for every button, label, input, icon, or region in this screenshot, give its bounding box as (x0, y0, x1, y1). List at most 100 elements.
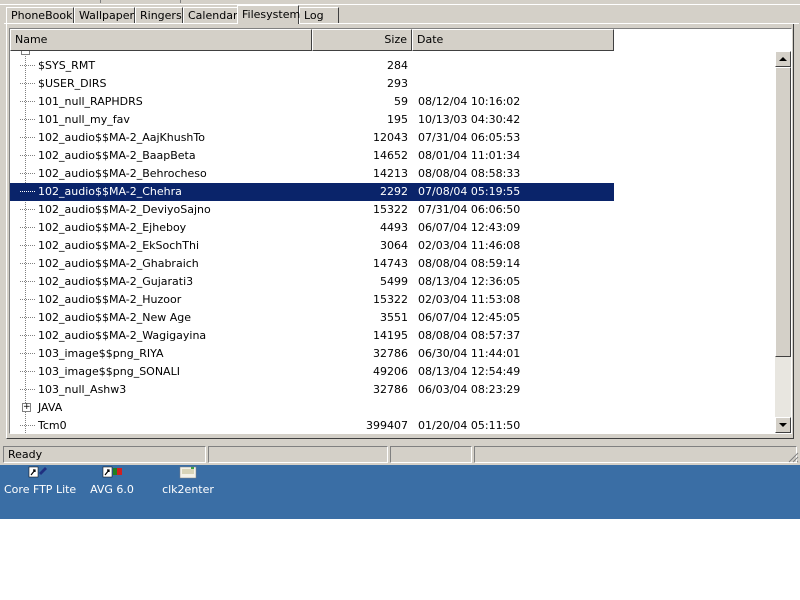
file-row[interactable]: 102_audio$$MA-2_BaapBeta 14652 08/01/04 11… (10, 147, 614, 165)
expand-plus-icon[interactable]: + (22, 403, 31, 412)
core-ftp-icon (25, 465, 51, 479)
tree-root-stub (21, 51, 30, 55)
file-row[interactable]: 101_null_my_fav 195 10/13/03 04:30:42 (10, 111, 614, 129)
file-row[interactable]: 103_null_Ashw3 32786 06/03/04 08:23:29 (10, 381, 614, 399)
tree-branch-line (20, 371, 35, 373)
desktop-icon-clk2enter[interactable]: clk2enter (160, 465, 216, 497)
scroll-down-button[interactable] (775, 417, 791, 433)
tab-phonebook[interactable]: PhoneBook (6, 7, 74, 23)
file-row[interactable]: 102_audio$$MA-2_Chehra 2292 07/08/04 05:19… (10, 183, 614, 201)
tree-branch-line (20, 425, 35, 427)
status-panel-4 (474, 446, 797, 463)
file-list-view[interactable]: Name Size Date $SYS_RMT 284 $USER_DIRS 293 1… (9, 28, 792, 434)
file-name: 103_null_Ashw3 (38, 383, 127, 396)
file-name: $USER_DIRS (38, 77, 107, 90)
tree-branch-line (20, 389, 35, 391)
status-panel-2 (208, 446, 388, 463)
file-date: 08/13/04 12:54:49 (418, 365, 521, 378)
vertical-scrollbar[interactable] (775, 51, 791, 433)
file-row[interactable]: 102_audio$$MA-2_Wagigayina 14195 08/08/04 … (10, 327, 614, 345)
file-row[interactable]: $SYS_RMT 284 (10, 57, 614, 75)
file-date: 07/31/04 06:06:50 (418, 203, 521, 216)
file-name: 102_audio$$MA-2_Chehra (38, 185, 182, 198)
tree-branch-line (20, 299, 35, 301)
tree-branch-line (20, 245, 35, 247)
file-rows: $SYS_RMT 284 $USER_DIRS 293 101_null_RAPHDRS… (10, 51, 776, 433)
file-row[interactable]: 102_audio$$MA-2_Ghabraich 14743 08/08/04 0… (10, 255, 614, 273)
file-size: 399407 (366, 419, 408, 432)
file-date: 06/07/04 12:43:09 (418, 221, 521, 234)
file-date: 07/31/04 06:05:53 (418, 131, 521, 144)
file-name: 103_image$$png_RIYA (38, 347, 164, 360)
file-row[interactable]: 103_image$$png_RIYA 32786 06/30/04 11:44:0… (10, 345, 614, 363)
tab-ringers[interactable]: Ringers (135, 7, 183, 23)
file-name: 102_audio$$MA-2_Gujarati3 (38, 275, 194, 288)
status-bar: Ready (0, 444, 800, 464)
file-date: 06/30/04 11:44:01 (418, 347, 521, 360)
tree-branch-line (20, 101, 35, 103)
file-date: 06/03/04 08:23:29 (418, 383, 521, 396)
tree-branch-line (20, 263, 35, 265)
tree-branch-line (20, 281, 35, 283)
file-size: 14213 (373, 167, 408, 180)
file-name: 102_audio$$MA-2_Behrocheso (38, 167, 207, 180)
file-size: 195 (387, 113, 408, 126)
file-name: 102_audio$$MA-2_AajKhushTo (38, 131, 205, 144)
status-panel-3 (390, 446, 472, 463)
file-row[interactable]: 102_audio$$MA-2_Behrocheso 14213 08/08/04 … (10, 165, 614, 183)
avg-icon (99, 465, 125, 479)
folder-row[interactable]: + JAVA (10, 399, 614, 417)
column-header-name[interactable]: Name (10, 29, 312, 51)
desktop: Core FTP Lite AVG 6.0 clk2enter (0, 465, 800, 519)
filesystem-panel: Name Size Date $SYS_RMT 284 $USER_DIRS 293 1… (6, 24, 794, 439)
tab-wallpaper[interactable]: Wallpaper (74, 7, 135, 23)
desktop-icon-label: Core FTP Lite (4, 483, 77, 496)
file-name: Tcm0 (38, 419, 67, 432)
file-row[interactable]: 102_audio$$MA-2_Ejheboy 4493 06/07/04 12:4… (10, 219, 614, 237)
file-date: 08/08/04 08:57:37 (418, 329, 521, 342)
tab-log[interactable]: Log (299, 7, 339, 23)
scroll-thumb[interactable] (775, 67, 791, 357)
file-name: JAVA (38, 401, 63, 414)
file-size: 32786 (373, 383, 408, 396)
scroll-up-button[interactable] (775, 51, 791, 67)
file-row[interactable]: 102_audio$$MA-2_Huzoor 15322 02/03/04 11:5… (10, 291, 614, 309)
tab-calendar[interactable]: Calendar (183, 7, 239, 23)
file-size: 293 (387, 77, 408, 90)
file-name: $SYS_RMT (38, 59, 96, 72)
file-size: 2292 (380, 185, 408, 198)
column-header-date[interactable]: Date (412, 29, 614, 51)
desktop-icon-avg[interactable]: AVG 6.0 (84, 465, 140, 497)
file-row[interactable]: 102_audio$$MA-2_DeviyoSajno 15322 07/31/04… (10, 201, 614, 219)
desktop-icon-core-ftp[interactable]: Core FTP Lite (4, 465, 77, 497)
file-row[interactable]: $USER_DIRS 293 (10, 75, 614, 93)
tree-branch-line (20, 227, 35, 229)
file-row[interactable]: 102_audio$$MA-2_New Age 3551 06/07/04 12:4… (10, 309, 614, 327)
resize-grip-icon[interactable] (787, 451, 799, 463)
top-strip-segment (0, 0, 101, 3)
file-size: 12043 (373, 131, 408, 144)
file-row[interactable]: 101_null_RAPHDRS 59 08/12/04 10:16:02 (10, 93, 614, 111)
file-size: 15322 (373, 293, 408, 306)
file-row[interactable]: Tcm0 399407 01/20/04 05:11:50 (10, 417, 614, 433)
file-row[interactable]: 102_audio$$MA-2_Gujarati3 5499 08/13/04 12… (10, 273, 614, 291)
file-row[interactable]: 102_audio$$MA-2_AajKhushTo 12043 07/31/04 … (10, 129, 614, 147)
column-header-size[interactable]: Size (312, 29, 412, 51)
file-date: 08/08/04 08:58:33 (418, 167, 521, 180)
file-size: 59 (394, 95, 408, 108)
arrow-down-icon (779, 423, 787, 427)
file-row[interactable]: 103_image$$png_SONALI 49206 08/13/04 12:54… (10, 363, 614, 381)
tree-branch-line (20, 335, 35, 337)
clk2enter-icon (175, 465, 201, 479)
desktop-icon-label: clk2enter (162, 483, 214, 496)
file-date: 02/03/04 11:46:08 (418, 239, 521, 252)
file-size: 14743 (373, 257, 408, 270)
tab-filesystem[interactable]: Filesystem (237, 5, 300, 24)
file-date: 08/08/04 08:59:14 (418, 257, 521, 270)
status-text: Ready (3, 446, 206, 463)
file-size: 32786 (373, 347, 408, 360)
file-name: 102_audio$$MA-2_BaapBeta (38, 149, 196, 162)
file-size: 15322 (373, 203, 408, 216)
file-row[interactable]: 102_audio$$MA-2_EkSochThi 3064 02/03/04 11… (10, 237, 614, 255)
file-name: 102_audio$$MA-2_EkSochThi (38, 239, 200, 252)
